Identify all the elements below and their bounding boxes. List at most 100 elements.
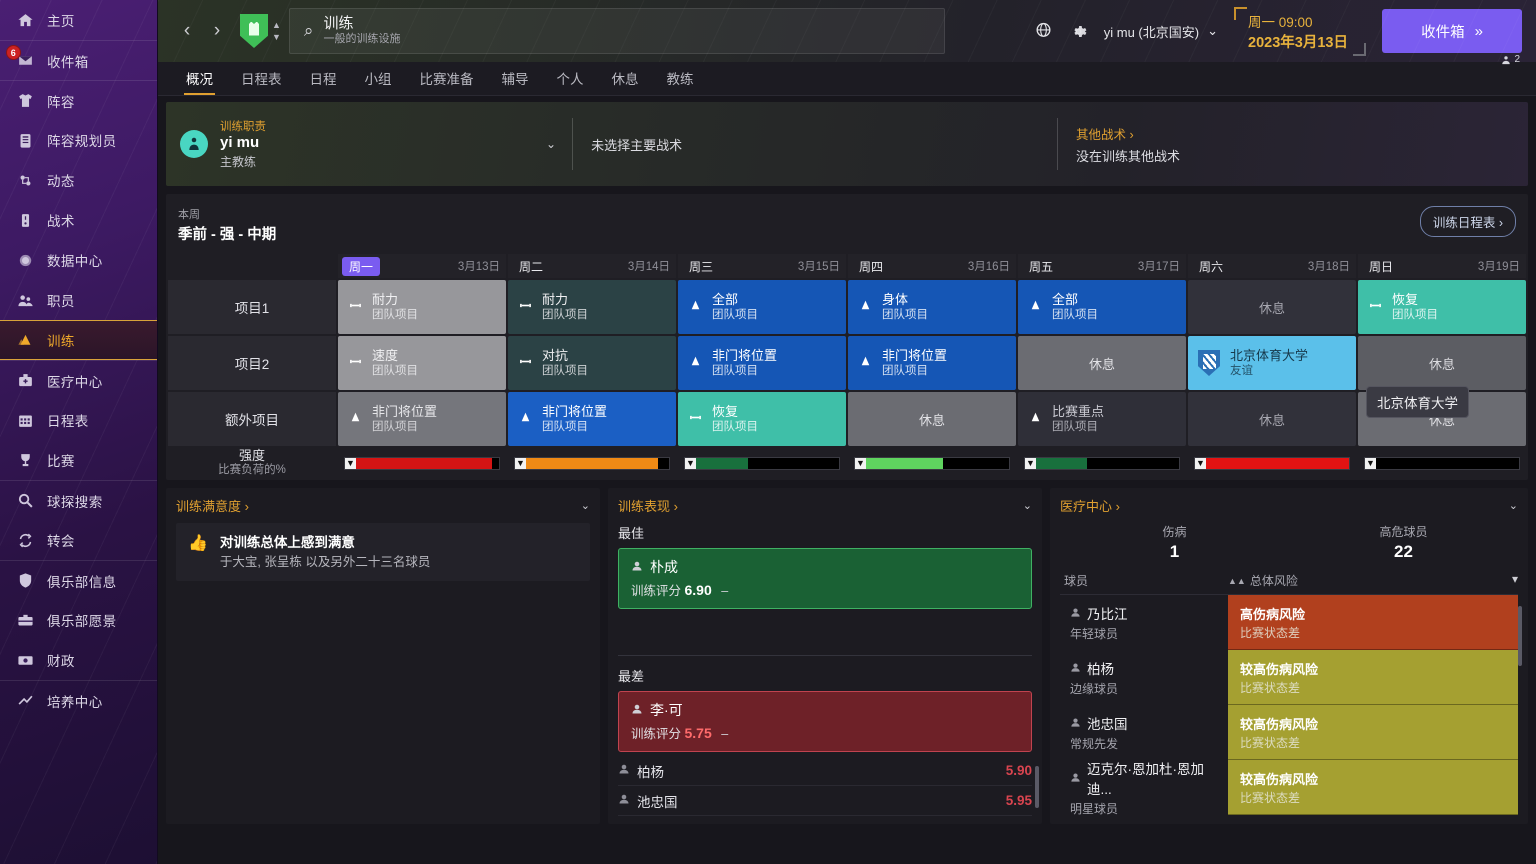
sidebar-item-15[interactable]: 俱乐部愿景 bbox=[0, 600, 157, 640]
schedule-cell-2-2[interactable]: 恢复 团队项目 bbox=[678, 392, 846, 446]
sidebar-item-13[interactable]: 转会 bbox=[0, 520, 157, 560]
intensity-cell-2[interactable]: ▼ bbox=[678, 448, 846, 478]
sidebar-item-3[interactable]: 阵容规划员 bbox=[0, 120, 157, 160]
sidebar-item-11[interactable]: 比赛 bbox=[0, 440, 157, 480]
schedule-cell-2-4[interactable]: 比赛重点 团队项目 bbox=[1018, 392, 1186, 446]
sidebar-item-10[interactable]: 日程表 bbox=[0, 400, 157, 440]
intensity-knob[interactable]: ▼ bbox=[855, 457, 866, 469]
schedule-cell-0-1[interactable]: 耐力 团队项目 bbox=[508, 280, 676, 334]
sidebar-item-2[interactable]: 阵容 bbox=[0, 80, 157, 120]
intensity-bar[interactable]: ▼ bbox=[514, 456, 670, 470]
intensity-cell-6[interactable]: ▼ bbox=[1358, 448, 1526, 478]
schedule-cell-2-3[interactable]: 休息 bbox=[848, 392, 1016, 446]
schedule-cell-1-6[interactable]: 休息 bbox=[1358, 336, 1526, 390]
sidebar-item-4[interactable]: 动态 bbox=[0, 160, 157, 200]
intensity-knob[interactable]: ▼ bbox=[685, 457, 696, 469]
intensity-bar[interactable]: ▼ bbox=[344, 456, 500, 470]
intensity-knob[interactable]: ▼ bbox=[1195, 457, 1206, 469]
intensity-bar[interactable]: ▼ bbox=[854, 456, 1010, 470]
intensity-cell-5[interactable]: ▼ bbox=[1188, 448, 1356, 478]
medical-row[interactable]: 池忠国 常规先发 较高伤病风险 比赛状态差 bbox=[1060, 705, 1518, 760]
chevron-down-icon[interactable]: ⌄ bbox=[581, 499, 590, 512]
sidebar-item-8[interactable]: 训练 bbox=[0, 320, 157, 360]
tab-3[interactable]: 小组 bbox=[351, 68, 406, 95]
training-schedule-button[interactable]: 训练日程表 › bbox=[1419, 206, 1516, 237]
tab-7[interactable]: 休息 bbox=[598, 68, 653, 95]
schedule-cell-2-5[interactable]: 休息 bbox=[1188, 392, 1356, 446]
intensity-cell-0[interactable]: ▼ bbox=[338, 448, 506, 478]
schedule-cell-1-5[interactable]: 北京体育大学 友谊 bbox=[1188, 336, 1356, 390]
day-header-1[interactable]: 周二 3月14日 bbox=[508, 254, 676, 278]
satisfaction-title[interactable]: 训练满意度 › bbox=[176, 496, 249, 515]
intensity-cell-3[interactable]: ▼ bbox=[848, 448, 1016, 478]
day-header-0[interactable]: 周一 3月13日 bbox=[338, 254, 506, 278]
sidebar-item-16[interactable]: 财政 bbox=[0, 640, 157, 680]
club-crest-icon[interactable] bbox=[240, 14, 268, 48]
tab-4[interactable]: 比赛准备 bbox=[406, 68, 488, 95]
medical-row[interactable]: 柏杨 边缘球员 较高伤病风险 比赛状态差 bbox=[1060, 650, 1518, 705]
medical-row[interactable]: 乃比江 年轻球员 高伤病风险 比赛状态差 bbox=[1060, 595, 1518, 650]
day-header-3[interactable]: 周四 3月16日 bbox=[848, 254, 1016, 278]
performance-list-item[interactable]: 柏杨 5.90 bbox=[618, 756, 1032, 786]
sidebar-item-0[interactable]: 主页 bbox=[0, 0, 157, 40]
sidebar-item-6[interactable]: 数据中心 bbox=[0, 240, 157, 280]
chevron-down-icon[interactable]: ⌄ bbox=[1023, 499, 1032, 512]
tab-5[interactable]: 辅导 bbox=[488, 68, 543, 95]
col-player[interactable]: 球员 bbox=[1060, 572, 1228, 589]
intensity-bar[interactable]: ▼ bbox=[1024, 456, 1180, 470]
schedule-cell-0-6[interactable]: 恢复 团队项目 bbox=[1358, 280, 1526, 334]
performance-list-item[interactable]: 池忠国 5.95 bbox=[618, 786, 1032, 816]
back-button[interactable]: ‹ bbox=[172, 11, 202, 51]
intensity-cell-4[interactable]: ▼ bbox=[1018, 448, 1186, 478]
tab-1[interactable]: 日程表 bbox=[227, 68, 296, 95]
schedule-cell-1-1[interactable]: 对抗 团队项目 bbox=[508, 336, 676, 390]
schedule-cell-0-0[interactable]: 耐力 团队项目 bbox=[338, 280, 506, 334]
responsibility-dropdown[interactable]: ⌄ bbox=[546, 102, 572, 186]
sidebar-item-1[interactable]: 6 收件箱 bbox=[0, 40, 157, 80]
globe-icon[interactable] bbox=[1034, 22, 1053, 41]
schedule-cell-0-5[interactable]: 休息 bbox=[1188, 280, 1356, 334]
intensity-bar[interactable]: ▼ bbox=[684, 456, 840, 470]
scrollbar[interactable] bbox=[1518, 606, 1522, 666]
manager-selector[interactable]: yi mu (北京国安) ⌄ bbox=[1104, 22, 1218, 41]
worst-performer-card[interactable]: 李·可 训练评分 5.75 – bbox=[618, 691, 1032, 752]
day-header-2[interactable]: 周三 3月15日 bbox=[678, 254, 846, 278]
chevron-down-icon[interactable]: ⌄ bbox=[1509, 499, 1518, 512]
schedule-cell-2-0[interactable]: 非门将位置 团队项目 bbox=[338, 392, 506, 446]
sidebar-item-14[interactable]: 俱乐部信息 bbox=[0, 560, 157, 600]
club-switch-stepper[interactable]: ▲ ▼ bbox=[272, 20, 281, 42]
intensity-knob[interactable]: ▼ bbox=[345, 457, 356, 469]
schedule-cell-1-2[interactable]: 非门将位置 团队项目 bbox=[678, 336, 846, 390]
tab-6[interactable]: 个人 bbox=[543, 68, 598, 95]
col-risk[interactable]: ▲▲ 总体风险 bbox=[1228, 572, 1498, 589]
intensity-knob[interactable]: ▼ bbox=[515, 457, 526, 469]
performance-title[interactable]: 训练表现 › bbox=[618, 496, 678, 515]
best-performer-card[interactable]: 朴成 训练评分 6.90 – bbox=[618, 548, 1032, 609]
schedule-cell-0-2[interactable]: 全部 团队项目 bbox=[678, 280, 846, 334]
intensity-bar[interactable]: ▼ bbox=[1194, 456, 1350, 470]
intensity-knob[interactable]: ▼ bbox=[1025, 457, 1036, 469]
sidebar-item-17[interactable]: 培养中心 bbox=[0, 680, 157, 720]
day-header-4[interactable]: 周五 3月17日 bbox=[1018, 254, 1186, 278]
continue-button[interactable]: 收件箱 » 2 bbox=[1382, 9, 1522, 65]
intensity-knob[interactable]: ▼ bbox=[1365, 457, 1376, 469]
tab-8[interactable]: 教练 bbox=[653, 68, 708, 95]
intensity-bar[interactable]: ▼ bbox=[1364, 456, 1520, 470]
schedule-cell-2-1[interactable]: 非门将位置 团队项目 bbox=[508, 392, 676, 446]
schedule-cell-1-4[interactable]: 休息 bbox=[1018, 336, 1186, 390]
sidebar-item-9[interactable]: 医疗中心 bbox=[0, 360, 157, 400]
schedule-cell-0-4[interactable]: 全部 团队项目 bbox=[1018, 280, 1186, 334]
search-input[interactable]: ⌕ 训练 一般的训练设施 bbox=[288, 8, 945, 54]
schedule-cell-0-3[interactable]: 身体 团队项目 bbox=[848, 280, 1016, 334]
scrollbar[interactable] bbox=[1035, 766, 1039, 808]
chevron-down-icon[interactable]: ▾ bbox=[1498, 572, 1518, 589]
other-tactics-link[interactable]: 其他战术 › bbox=[1076, 124, 1528, 143]
medical-row[interactable]: 迈克尔·恩加杜·恩加迪... 明星球员 较高伤病风险 比赛状态差 bbox=[1060, 760, 1518, 816]
sidebar-item-7[interactable]: 职员 bbox=[0, 280, 157, 320]
intensity-cell-1[interactable]: ▼ bbox=[508, 448, 676, 478]
medical-title[interactable]: 医疗中心 › bbox=[1060, 496, 1120, 515]
sidebar-item-12[interactable]: 球探搜索 bbox=[0, 480, 157, 520]
coach-block[interactable]: 训练职责 yi mu 主教练 bbox=[166, 102, 546, 186]
forward-button[interactable]: › bbox=[202, 11, 232, 51]
tab-0[interactable]: 概况 bbox=[172, 68, 227, 95]
